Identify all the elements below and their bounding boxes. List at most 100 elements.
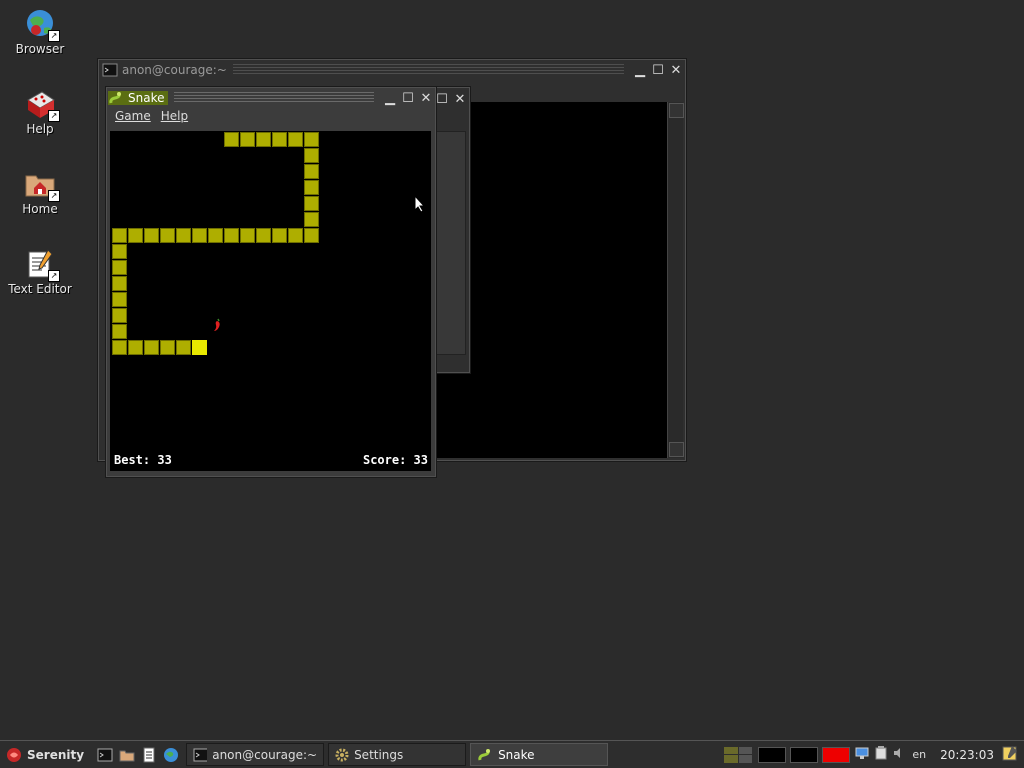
task-button-snake[interactable]: Snake <box>470 743 609 766</box>
snake-head <box>192 340 207 355</box>
home-folder-icon: ↗ <box>24 168 60 202</box>
snake-segment <box>304 132 319 147</box>
current-score: Score: 33 <box>362 453 428 467</box>
minimize-button[interactable]: ▁ <box>382 90 398 106</box>
cpu-graph[interactable] <box>758 746 787 763</box>
desktop-icon-label: Browser <box>15 42 65 56</box>
snake-segment <box>112 260 127 275</box>
desktop-icon-label: Help <box>26 122 54 136</box>
minimize-button[interactable]: ▁ <box>632 62 648 78</box>
volume-icon[interactable] <box>893 747 905 762</box>
browser-icon: ↗ <box>24 8 60 42</box>
taskbar: Serenity anon@courage:~ Settings Snake e… <box>0 740 1024 768</box>
snake-segment <box>112 308 127 323</box>
snake-segment <box>288 132 303 147</box>
file-manager-launch-icon[interactable] <box>118 746 136 764</box>
title-stripes <box>174 92 374 104</box>
memory-graph[interactable] <box>790 746 819 763</box>
snake-segment <box>176 340 191 355</box>
maximize-button[interactable]: ☐ <box>400 90 416 106</box>
menu-help[interactable]: Help <box>161 109 188 127</box>
snake-segment <box>128 340 143 355</box>
snake-segment <box>224 228 239 243</box>
game-board[interactable]: Best: 33 Score: 33 <box>110 131 431 471</box>
snake-segment <box>240 132 255 147</box>
snake-segment <box>304 164 319 179</box>
snake-segment <box>304 228 319 243</box>
snake-titlebar[interactable]: Snake ▁ ☐ ✕ <box>108 89 434 107</box>
snake-segment <box>160 340 175 355</box>
apple-icon <box>213 318 221 332</box>
snake-title: Snake <box>124 91 169 105</box>
snake-icon <box>478 748 491 760</box>
desktop-icon-home[interactable]: ↗ Home <box>0 168 80 216</box>
snake-segment <box>160 228 175 243</box>
terminal-titlebar[interactable]: anon@courage:~ ▁ ☐ ✕ <box>100 61 684 79</box>
text-editor-launch-icon[interactable] <box>140 746 158 764</box>
browser-launch-icon[interactable] <box>162 746 180 764</box>
desktop-icon-text-editor[interactable]: ↗ Text Editor <box>0 248 80 296</box>
scroll-down-button[interactable] <box>669 442 684 457</box>
task-label: Settings <box>354 747 404 762</box>
task-button-settings[interactable]: Settings <box>328 743 467 766</box>
snake-icon <box>108 91 124 105</box>
snake-segment <box>112 228 127 243</box>
task-label: anon@courage:~ <box>212 747 318 762</box>
snake-segment <box>192 228 207 243</box>
terminal-icon <box>193 748 208 761</box>
terminal-scrollbar[interactable] <box>667 102 684 458</box>
serenity-logo-icon <box>7 747 21 762</box>
desktop-icon-label: Home <box>22 202 58 216</box>
snake-segment <box>224 132 239 147</box>
snake-segment <box>112 292 127 307</box>
snake-segment <box>240 228 255 243</box>
desktop-icon-browser[interactable]: ↗ Browser <box>0 8 80 56</box>
menubar: Game Help <box>110 109 193 127</box>
snake-segment <box>272 132 287 147</box>
settings-window[interactable]: ☐ ✕ <box>432 86 471 374</box>
snake-segment <box>272 228 287 243</box>
snake-segment <box>144 228 159 243</box>
maximize-button[interactable]: ☐ <box>650 62 666 78</box>
title-stripes <box>232 64 624 76</box>
task-button-terminal[interactable]: anon@courage:~ <box>186 743 325 766</box>
keyboard-layout[interactable]: en <box>912 748 926 761</box>
best-score: Best: 33 <box>114 453 172 467</box>
snake-segment <box>304 180 319 195</box>
task-label: Snake <box>498 747 535 762</box>
snake-segment <box>176 228 191 243</box>
snake-segment <box>256 132 271 147</box>
snake-segment <box>112 244 127 259</box>
clock[interactable]: 20:23:03 <box>940 748 994 762</box>
snake-window[interactable]: Snake ▁ ☐ ✕ Game Help Best: 33 Score: 33 <box>105 86 437 478</box>
snake-segment <box>256 228 271 243</box>
snake-segment <box>304 196 319 211</box>
snake-segment <box>144 340 159 355</box>
desktop-icon-label: Text Editor <box>8 282 72 296</box>
workspace-switcher-icon[interactable] <box>724 746 753 763</box>
terminal-launch-icon[interactable] <box>96 746 114 764</box>
terminal-icon <box>102 63 118 77</box>
snake-segment <box>112 340 127 355</box>
mouse-cursor-icon <box>414 194 426 216</box>
snake-segment <box>304 212 319 227</box>
snake-segment <box>304 148 319 163</box>
notes-icon[interactable] <box>1002 745 1018 764</box>
snake-segment <box>208 228 223 243</box>
settings-content <box>436 131 466 355</box>
scroll-up-button[interactable] <box>669 103 684 118</box>
snake-segment <box>112 324 127 339</box>
menu-game[interactable]: Game <box>115 109 151 127</box>
settings-close-button[interactable]: ✕ <box>452 91 468 107</box>
desktop-icon-help[interactable]: ↗ Help <box>0 88 80 136</box>
help-icon: ↗ <box>24 88 60 122</box>
network-icon[interactable] <box>855 746 869 763</box>
system-tray: en 20:23:03 <box>724 744 1024 766</box>
clipboard-icon[interactable] <box>875 746 887 763</box>
close-button[interactable]: ✕ <box>418 90 434 106</box>
close-button[interactable]: ✕ <box>668 62 684 78</box>
start-button[interactable]: Serenity <box>2 744 90 766</box>
snake-segment <box>128 228 143 243</box>
quick-launch <box>94 746 182 764</box>
network-graph[interactable] <box>822 746 851 763</box>
